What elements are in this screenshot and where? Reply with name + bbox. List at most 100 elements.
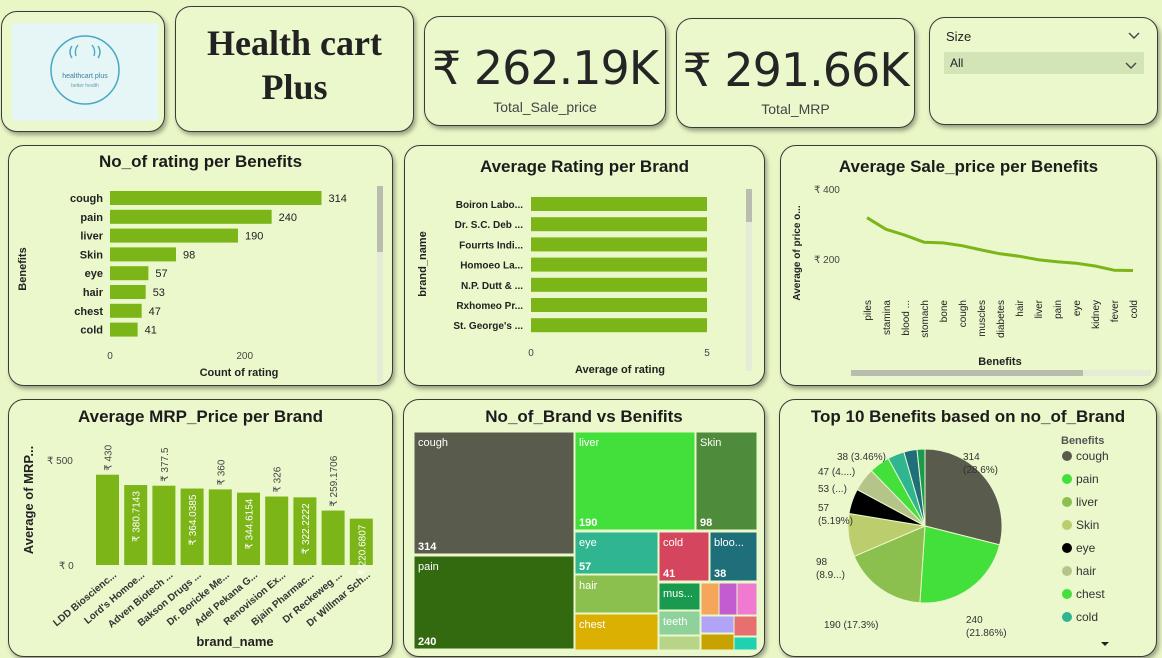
x-tick-label: eye: [1072, 300, 1083, 317]
y-tick-label: ₹ 500: [47, 456, 73, 467]
data-label: 41: [145, 325, 157, 337]
x-axis-label: Average of rating: [575, 364, 665, 376]
x-tick-label: blood ...: [901, 300, 912, 336]
data-label: ₹ 344.6154: [245, 498, 256, 549]
category-label: chest: [74, 306, 103, 318]
treemap-tile: [733, 615, 758, 637]
x-tick-label: liver: [1034, 299, 1045, 318]
treemap-label: hair: [579, 580, 598, 592]
category-label: Boiron Labo...: [456, 200, 523, 211]
y-tick-label: ₹ 0: [59, 561, 74, 572]
legend-label: liver: [1076, 495, 1098, 509]
series-line: [866, 216, 1134, 272]
category-label: Fourrts Indi...: [459, 240, 523, 251]
data-label: 47 (4....): [818, 467, 855, 478]
slicer-collapse-icon[interactable]: [1127, 28, 1141, 39]
bar: [110, 285, 146, 299]
legend-label: chest: [1076, 587, 1105, 601]
bar: [531, 197, 707, 211]
x-tick-label: diabetes: [996, 300, 1007, 338]
chart-avg-mrp-brand: Average MRP_Price per Brand Average of M…: [8, 399, 393, 657]
data-label: ₹ 326: [273, 466, 284, 492]
treemap-value: 314: [418, 541, 437, 553]
dashboard-title: Health cart Plus: [176, 21, 413, 109]
legend-marker: [1062, 566, 1072, 576]
data-label: ₹ 220.6807: [357, 524, 368, 575]
category-label: Skin: [80, 249, 104, 261]
bar: [321, 510, 345, 565]
x-tick-label: fever: [1110, 299, 1121, 322]
x-tick-label: 5: [704, 348, 710, 359]
bar: [110, 228, 238, 243]
legend-label: cough: [1076, 449, 1109, 463]
category-label: Rxhomeo Pr...: [456, 301, 523, 312]
scrollbar-thumb[interactable]: [746, 189, 752, 222]
treemap-tile: [700, 582, 720, 616]
x-tick-label: 0: [528, 348, 534, 359]
treemap-label: cough: [418, 437, 448, 449]
legend-scroll-down-icon[interactable]: [1101, 642, 1109, 646]
legend-marker: [1062, 520, 1072, 530]
data-label: 57: [155, 268, 167, 280]
data-label: 190: [245, 231, 263, 243]
legend-marker: [1062, 612, 1072, 622]
data-label: 57: [818, 503, 830, 514]
category-label: Homoeo La...: [460, 261, 523, 272]
treemap-tile: [736, 582, 758, 616]
y-axis-label: brand_name: [417, 231, 429, 296]
x-tick-label: piles: [863, 300, 874, 321]
logo-card: healthcart plus better health: [1, 11, 165, 132]
x-axis-label: brand_name: [196, 634, 273, 649]
kpi-value: ₹ 291.66K: [682, 43, 909, 97]
category-label: Dr. S.C. Deb ...: [455, 220, 524, 231]
legend-label: pain: [1076, 472, 1099, 486]
slicer-title: Size: [946, 29, 972, 44]
x-tick-label: hair: [1015, 299, 1026, 316]
slicer-selected: All: [950, 56, 964, 70]
slicer-dropdown[interactable]: All: [944, 52, 1144, 74]
kpi-total-mrp: ₹ 291.66K Total_MRP: [676, 18, 915, 128]
legend-marker: [1062, 497, 1072, 507]
legend-marker: [1062, 474, 1072, 484]
treemap-label: mus...: [663, 588, 693, 600]
category-label: cough: [70, 193, 103, 205]
chart-svg: Benefits 314 (28.6%) 240 (21.86%) 190 (17.3%…: [816, 435, 1109, 646]
x-tick-label: kidney: [1091, 300, 1102, 329]
treemap-value: 98: [700, 517, 712, 529]
treemap-tile: [700, 633, 735, 651]
scrollbar-thumb[interactable]: [851, 370, 1083, 376]
bar: [110, 303, 142, 318]
bar: [531, 277, 707, 292]
data-label: 314: [328, 193, 346, 205]
x-tick-label: stamina: [882, 300, 893, 335]
category-label: cold: [80, 325, 103, 337]
kpi-total-sale-price: ₹ 262.19K Total_Sale_price: [424, 16, 666, 126]
treemap-tile: [658, 635, 701, 651]
logo-text-1: healthcart plus: [62, 73, 108, 80]
treemap-label: eye: [579, 537, 597, 549]
legend-title: Benefits: [1061, 435, 1104, 447]
x-axis-label: Benefits: [978, 356, 1021, 368]
x-tick-label: stomach: [920, 300, 931, 338]
category-label: eye: [85, 268, 103, 280]
chart-svg: Benefits Count of rating cough 314 pain 240…: [17, 186, 383, 382]
treemap-tile: [700, 615, 735, 634]
title-card: Health cart Plus: [175, 6, 414, 132]
data-label: 53: [153, 287, 165, 299]
x-tick-label: cold: [1129, 300, 1140, 318]
legend-label: hair: [1076, 564, 1096, 578]
y-axis-label: Benefits: [17, 247, 29, 290]
data-label: (28.6%): [963, 465, 998, 476]
scrollbar-thumb[interactable]: [377, 186, 383, 252]
data-label: 240: [966, 615, 983, 626]
legend-label: cold: [1076, 610, 1098, 624]
title-line-2: Plus: [261, 67, 328, 107]
bar: [110, 191, 322, 205]
x-tick-label: 200: [236, 351, 253, 362]
chevron-down-icon: [1124, 58, 1138, 76]
data-label: (21.86%): [966, 628, 1007, 639]
treemap-label: chest: [579, 619, 605, 631]
data-label: 98: [183, 249, 195, 261]
category-label: pain: [80, 212, 103, 224]
data-label: 38 (3.46%): [837, 452, 886, 463]
